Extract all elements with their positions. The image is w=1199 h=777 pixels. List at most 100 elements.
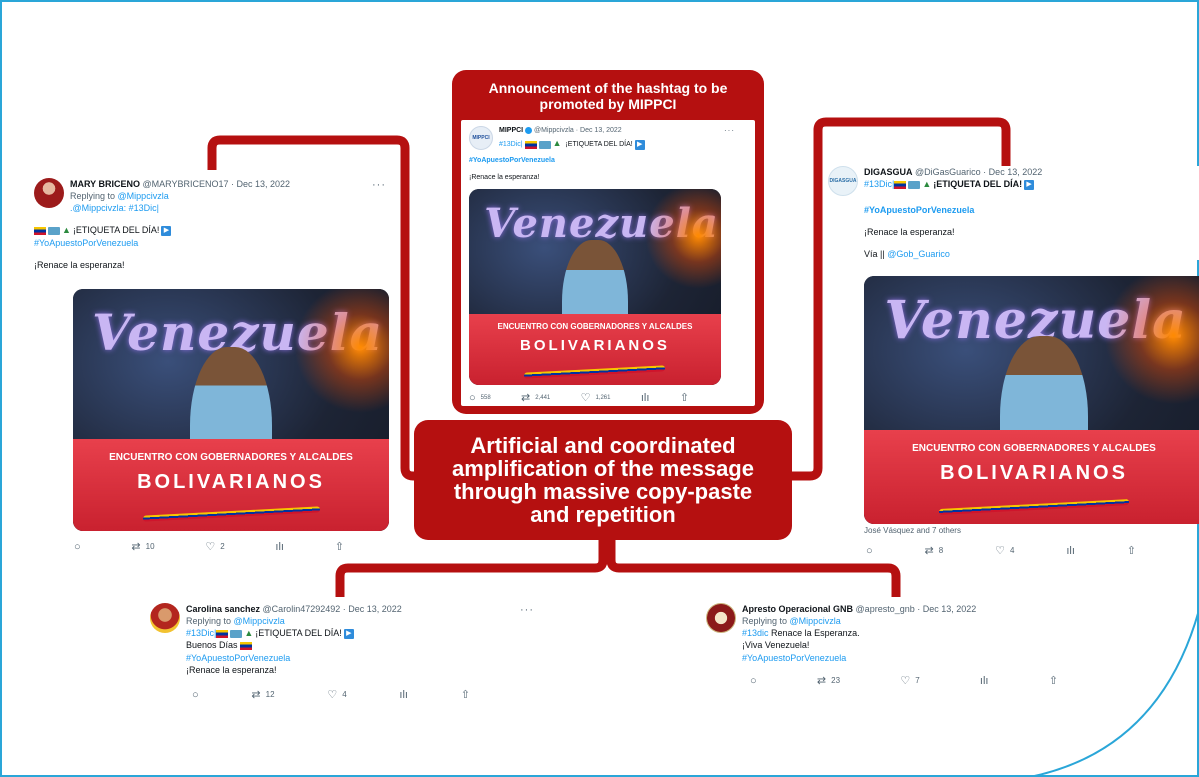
tree-icon: ▲ — [62, 225, 71, 236]
reply-icon: ○ — [192, 688, 199, 701]
retweet-icon: ⇄ — [251, 688, 261, 701]
via-handle-link[interactable]: @Gob_Guarico — [887, 249, 950, 259]
like-button[interactable]: ♡ 4 — [995, 544, 1014, 559]
retweet-button[interactable]: ⇄ 12 — [251, 688, 274, 703]
hashtag-link[interactable]: #YoApuestoPorVenezuela — [864, 204, 1199, 216]
reply-icon: ○ — [866, 545, 873, 557]
more-options-icon[interactable]: ··· — [372, 178, 386, 193]
views-button[interactable]: ılı — [641, 391, 650, 406]
like-button[interactable]: ♡ 1,261 — [581, 391, 611, 406]
reply-icon: ○ — [74, 541, 81, 553]
chart-icon: ılı — [979, 674, 989, 687]
share-button[interactable]: ⇧ — [1127, 544, 1136, 559]
retweet-button[interactable]: ⇄ 8 — [925, 544, 944, 559]
reply-button[interactable]: ○ — [750, 674, 757, 689]
reply-button[interactable]: ○ — [74, 540, 81, 555]
tweet-author-name[interactable]: MIPPCI — [499, 127, 523, 134]
tweet-author-handle[interactable]: @Carolin47292492 · Dec 13, 2022 — [263, 604, 402, 614]
like-button[interactable]: ♡ 4 — [327, 688, 346, 703]
like-button[interactable]: ♡ 7 — [900, 674, 919, 689]
tweet-apresto-gnb[interactable]: Apresto Operacional GNB @apresto_gnb · D… — [706, 603, 1066, 689]
tweet-text: ¡ETIQUETA DEL DÍA! — [72, 225, 160, 236]
mention-line[interactable]: .@Mippcivzla: #13Dic| — [70, 202, 290, 214]
reply-to-link[interactable]: @Mippcivzla — [234, 616, 285, 626]
reply-button[interactable]: ○ 558 — [469, 391, 491, 406]
tweet-author-handle[interactable]: @DiGasGuarico · Dec 13, 2022 — [915, 167, 1042, 177]
tweet-mippci[interactable]: MIPPCI MIPPCI @Mippcivzla · Dec 13, 2022… — [469, 126, 743, 406]
hashtag-link[interactable]: #13Dic| — [499, 141, 523, 148]
chart-icon: ılı — [275, 541, 284, 553]
play-icon: ▶ — [634, 139, 645, 150]
map-icon — [48, 227, 60, 236]
retweet-icon: ⇄ — [131, 541, 141, 553]
hashtag-link[interactable]: #13Dic| — [186, 628, 216, 638]
hashtag-link[interactable]: #13dic — [742, 628, 769, 638]
photo-desk-line2: BOLIVARIANOS — [940, 461, 1128, 484]
venezuela-flag-icon — [894, 180, 907, 189]
tweet-author-handle[interactable]: @Mippcivzla · Dec 13, 2022 — [534, 127, 622, 134]
retweet-button[interactable]: ⇄ 10 — [131, 540, 154, 555]
venezuela-flag-icon — [240, 642, 253, 651]
apresto-avatar[interactable] — [706, 603, 736, 633]
tweet-author-handle[interactable]: @MARYBRICENO17 · Dec 13, 2022 — [143, 179, 291, 189]
carolina-avatar[interactable] — [150, 603, 180, 633]
tweet-actions: ○ 558 ⇄ 2,441 ♡ 1,261 ılı ⇧ — [469, 391, 689, 406]
reply-to-link[interactable]: @Mippcivzla — [118, 191, 169, 201]
photo-desk-line1: ENCUENTRO CON GOBERNADORES Y ALCALDES — [497, 322, 693, 332]
share-button[interactable]: ⇧ — [461, 688, 470, 703]
hashtag-link[interactable]: #YoApuestoPorVenezuela — [34, 237, 394, 249]
tweet-photo[interactable]: Venezuela ENCUENTRO CON GOBERNADORES Y A… — [469, 188, 721, 385]
mippci-tweet-card[interactable]: MIPPCI MIPPCI @Mippcivzla · Dec 13, 2022… — [461, 120, 755, 406]
heart-icon: ♡ — [995, 545, 1005, 557]
heart-icon: ♡ — [327, 688, 338, 701]
share-button[interactable]: ⇧ — [680, 391, 689, 406]
views-button[interactable]: ılı — [980, 674, 989, 689]
tagged-people[interactable]: José Vásquez and 7 others — [864, 526, 961, 537]
digasgua-avatar[interactable]: DIGASGUA — [828, 166, 858, 196]
photo-desk-line1: ENCUENTRO CON GOBERNADORES Y ALCALDES — [109, 452, 353, 464]
tweet-photo[interactable]: Venezuela ENCUENTRO CON GOBERNADORES Y A… — [864, 276, 1199, 524]
chart-icon: ılı — [1066, 545, 1075, 557]
tweet-body: ¡Renace la esperanza! — [34, 259, 125, 270]
mippci-avatar[interactable]: MIPPCI — [469, 126, 493, 150]
more-options-icon[interactable]: ··· — [520, 603, 534, 618]
tweet-author-name[interactable]: MARY BRICENO — [70, 179, 140, 189]
via-label: Vía || — [864, 249, 885, 260]
tweet-author-name[interactable]: DIGASGUA — [864, 167, 913, 177]
tweet-actions: ○ ⇄ 23 ♡ 7 ılı ⇧ — [750, 674, 1058, 689]
verified-badge-icon — [525, 126, 533, 134]
reply-to-link[interactable]: @Mippcivzla — [790, 616, 841, 626]
mary-avatar[interactable] — [34, 178, 64, 208]
reply-icon: ○ — [469, 391, 476, 404]
announcement-banner: Announcement of the hashtag to be promot… — [452, 70, 764, 414]
retweet-button[interactable]: ⇄ 23 — [817, 674, 840, 689]
tweet-author-name[interactable]: Carolina sanchez — [186, 604, 260, 614]
hashtag-link[interactable]: #YoApuestoPorVenezuela — [742, 652, 976, 664]
share-button[interactable]: ⇧ — [1049, 674, 1058, 689]
more-options-icon[interactable]: ··· — [724, 126, 735, 137]
tweet-body: ¡Renace la esperanza! — [186, 664, 277, 675]
reply-button[interactable]: ○ — [192, 688, 199, 703]
hashtag-link[interactable]: #YoApuestoPorVenezuela — [186, 652, 402, 664]
views-button[interactable]: ılı — [1066, 544, 1075, 559]
tree-icon: ▲ — [922, 179, 932, 190]
views-button[interactable]: ılı — [399, 688, 408, 703]
greeting-text: Buenos Días — [186, 640, 238, 651]
venezuela-flag-icon — [216, 629, 229, 638]
tweet-text: ¡Viva Venezuela! — [742, 640, 810, 651]
tweet-photo[interactable]: Venezuela ENCUENTRO CON GOBERNADORES Y A… — [73, 289, 389, 531]
tweet-author-name[interactable]: Apresto Operacional GNB — [742, 604, 853, 614]
heart-icon: ♡ — [205, 541, 216, 553]
hashtag-link[interactable]: #13Dic| — [864, 179, 894, 189]
tweet-author-handle[interactable]: @apresto_gnb · Dec 13, 2022 — [856, 604, 977, 614]
share-button[interactable]: ⇧ — [335, 540, 344, 555]
reply-button[interactable]: ○ — [866, 544, 873, 559]
tweet-digasgua[interactable]: DIGASGUA DIGASGUA @DiGasGuarico · Dec 13… — [828, 166, 1199, 557]
tweet-mary-briceno[interactable]: MARY BRICENO @MARYBRICENO17 · Dec 13, 20… — [34, 178, 394, 553]
hashtag-link[interactable]: #YoApuestoPorVenezuela — [469, 156, 743, 165]
like-button[interactable]: ♡ 2 — [205, 540, 224, 555]
tweet-carolina-sanchez[interactable]: Carolina sanchez @Carolin47292492 · Dec … — [150, 603, 540, 703]
views-button[interactable]: ılı — [275, 540, 284, 555]
retweet-button[interactable]: ⇄ 2,441 — [521, 391, 550, 406]
chart-icon: ılı — [399, 688, 408, 701]
